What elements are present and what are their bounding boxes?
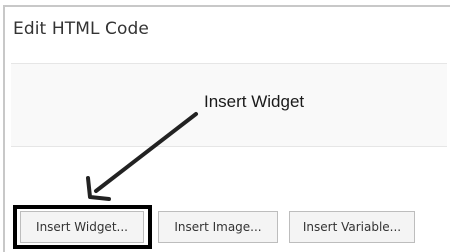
insert-widget-button[interactable]: Insert Widget...	[20, 211, 144, 243]
dialog-title: Edit HTML Code	[13, 19, 149, 39]
insert-image-button[interactable]: Insert Image...	[158, 211, 278, 243]
annotation-text: Insert Widget	[204, 92, 305, 111]
insert-variable-button[interactable]: Insert Variable...	[289, 211, 415, 243]
